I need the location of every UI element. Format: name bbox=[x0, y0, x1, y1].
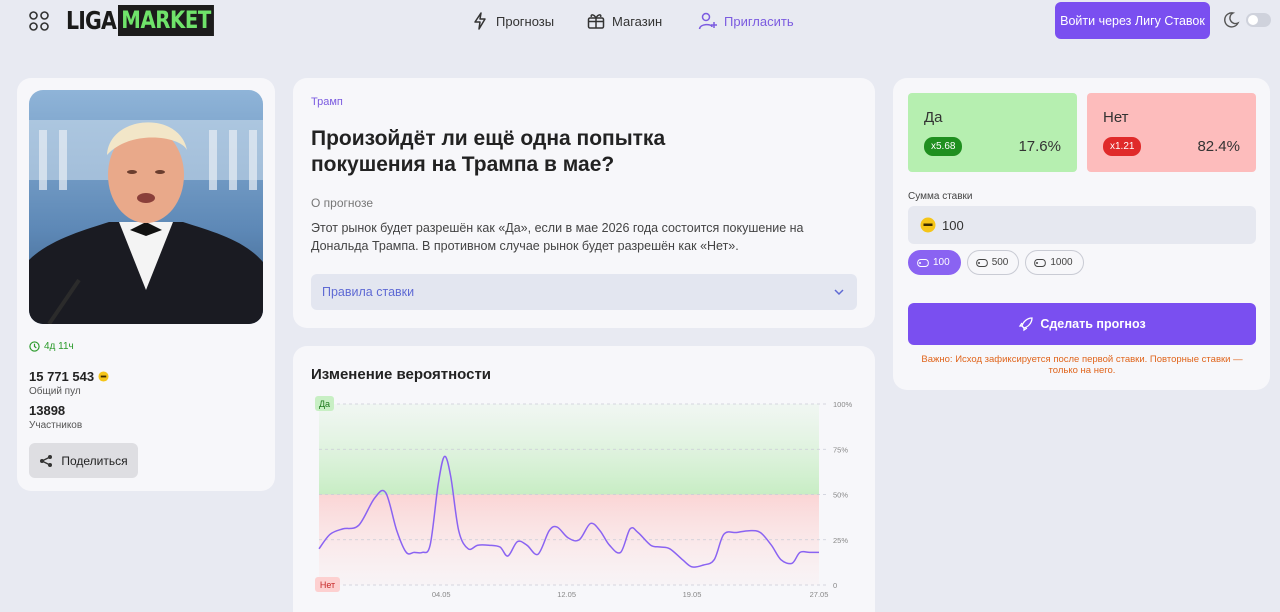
option-no-label: Нет bbox=[1103, 109, 1129, 126]
apps-grid-icon[interactable] bbox=[29, 11, 49, 31]
probability-chart: 0 25% 50% 75% 100% 04.05 12.05 19.05 27.05 Да Нет bbox=[315, 396, 853, 599]
x-tick-label: 04.05 bbox=[432, 590, 451, 599]
gamepad-icon bbox=[1034, 258, 1047, 267]
y-tick-label: 25% bbox=[833, 536, 848, 545]
lightning-icon bbox=[474, 12, 486, 30]
y-tick-label: 0 bbox=[833, 581, 837, 590]
pool-value-text: 15 771 543 bbox=[29, 369, 95, 384]
share-label: Поделиться bbox=[61, 453, 128, 468]
nav-forecasts-label: Прогнозы bbox=[496, 13, 555, 29]
market-title: Произойдёт ли ещё одна попытка покушения… bbox=[311, 127, 666, 176]
site-logo[interactable]: LIGA MARKET bbox=[66, 5, 235, 36]
time-remaining-text: 4д 11ч bbox=[44, 341, 74, 352]
login-button[interactable]: Войти через Лигу Ставок bbox=[1055, 2, 1210, 39]
make-forecast-button[interactable]: Сделать прогноз bbox=[908, 303, 1256, 345]
market-info-card: Трамп Произойдёт ли ещё одна попытка пок… bbox=[293, 78, 875, 328]
no-badge-label: Нет bbox=[320, 580, 335, 590]
coin-icon bbox=[920, 217, 936, 233]
option-no[interactable]: Нет x1.21 82.4% bbox=[1087, 93, 1256, 172]
moon-icon[interactable] bbox=[1222, 11, 1240, 29]
coin-icon bbox=[98, 371, 109, 382]
amount-presets: 100 500 1000 bbox=[908, 250, 1084, 275]
option-yes-label: Да bbox=[924, 109, 943, 126]
preset-chip-1000[interactable]: 1000 bbox=[1025, 250, 1084, 275]
nav-forecasts[interactable]: Прогнозы bbox=[470, 10, 554, 32]
about-text: Этот рынок будет разрешён как «Да», если… bbox=[311, 221, 804, 253]
rocket-icon bbox=[1019, 317, 1033, 332]
yes-badge-label: Да bbox=[319, 399, 330, 409]
nav-shop-label: Магазин bbox=[612, 13, 663, 29]
preset-chip-label: 500 bbox=[991, 257, 1009, 268]
warning-note: Важно: Исход зафиксируется после первой … bbox=[921, 354, 1243, 376]
gamepad-icon bbox=[917, 258, 929, 267]
top-nav: LIGA MARKET Прогнозы Магазин Пригласить … bbox=[0, 0, 1280, 40]
y-tick-label: 100% bbox=[833, 400, 853, 409]
pool-value: 15 771 543 bbox=[29, 369, 109, 384]
pool-label: Общий пул bbox=[29, 386, 81, 397]
market-photo bbox=[29, 90, 263, 324]
option-yes[interactable]: Да x5.68 17.6% bbox=[908, 93, 1077, 172]
clock-icon bbox=[29, 341, 40, 352]
x-tick-label: 27.05 bbox=[810, 590, 829, 599]
logo-text-liga: LIGA bbox=[66, 6, 117, 35]
gift-icon bbox=[587, 14, 605, 29]
y-tick-label: 50% bbox=[833, 491, 848, 500]
x-tick-label: 19.05 bbox=[683, 590, 702, 599]
amount-label: Сумма ставки bbox=[908, 191, 973, 202]
option-no-multiplier: x1.21 bbox=[1103, 137, 1142, 156]
option-yes-multiplier: x5.68 bbox=[924, 137, 963, 156]
preset-chip-500[interactable]: 500 bbox=[966, 250, 1020, 275]
chevron-down-icon bbox=[834, 289, 844, 296]
about-label: О прогнозе bbox=[311, 196, 374, 210]
preset-chip-label: 100 bbox=[933, 257, 950, 268]
share-icon bbox=[40, 454, 53, 467]
share-button[interactable]: Поделиться bbox=[29, 443, 138, 478]
theme-toggle[interactable] bbox=[1246, 13, 1271, 27]
participants-label: Участников bbox=[29, 420, 83, 431]
category-tag[interactable]: Трамп bbox=[311, 96, 343, 108]
x-tick-label: 12.05 bbox=[557, 590, 576, 599]
option-yes-percent: 17.6% bbox=[1018, 138, 1061, 155]
add-user-icon bbox=[698, 12, 717, 30]
probability-chart-card: Изменение вероятности 0 25% 50% 75% 100% 04.0… bbox=[293, 346, 875, 612]
make-forecast-label: Сделать прогноз bbox=[1040, 317, 1146, 331]
chart-title: Изменение вероятности bbox=[311, 366, 492, 383]
participants-value: 13898 bbox=[29, 403, 66, 418]
market-summary-card: 4д 11ч 15 771 543 Общий пул 13898 Участн… bbox=[17, 78, 275, 491]
preset-chip-100[interactable]: 100 bbox=[908, 250, 961, 275]
preset-chip-label: 1000 bbox=[1050, 257, 1073, 268]
y-tick-label: 75% bbox=[833, 445, 848, 454]
option-no-percent: 82.4% bbox=[1197, 138, 1240, 155]
gamepad-icon bbox=[975, 258, 988, 267]
nav-invite-label: Пригласить bbox=[724, 13, 794, 29]
time-remaining: 4д 11ч bbox=[29, 341, 74, 352]
nav-invite[interactable]: Пригласить bbox=[698, 10, 794, 32]
rules-label: Правила ставки bbox=[322, 285, 415, 299]
amount-value: 100 bbox=[942, 217, 964, 233]
nav-shop[interactable]: Магазин bbox=[586, 10, 662, 32]
logo-text-market: MARKET bbox=[118, 5, 215, 36]
rules-accordion[interactable]: Правила ставки bbox=[311, 274, 857, 310]
bet-panel: Да x5.68 17.6% Нет x1.21 82.4% Сумма ста… bbox=[893, 78, 1270, 390]
amount-input[interactable]: 100 bbox=[908, 206, 1256, 244]
